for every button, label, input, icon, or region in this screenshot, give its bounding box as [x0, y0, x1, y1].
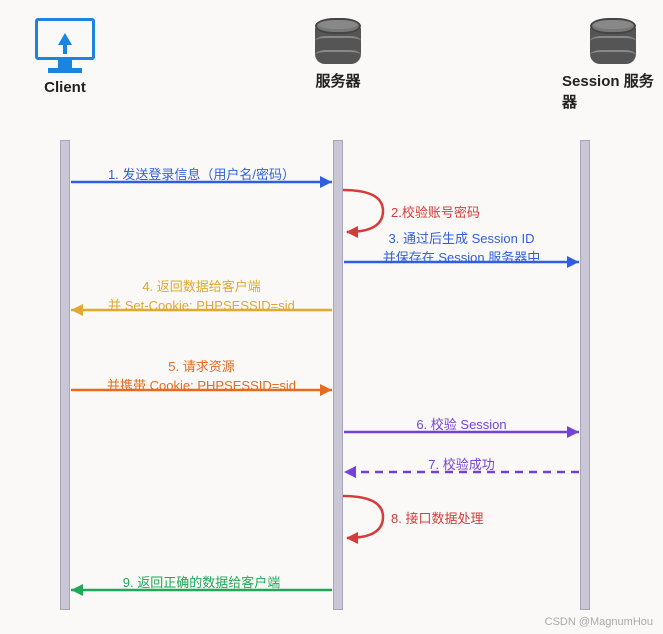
server-label: 服务器 — [315, 70, 360, 91]
lifeline-client — [60, 140, 70, 610]
upload-arrow-icon — [58, 33, 72, 45]
participant-server: 服务器 — [315, 18, 361, 91]
message-label: 3. 通过后生成 Session ID并保存在 Session 服务器中 — [352, 228, 572, 266]
message-label: 6. 校验 Session — [352, 414, 572, 433]
message-label: 4. 返回数据给客户端并 Set-Cookie: PHPSESSID=sid — [92, 276, 312, 314]
database-icon — [590, 18, 636, 64]
message-label: 9. 返回正确的数据给客户端 — [92, 572, 312, 591]
session-server-label: Session 服务器 — [562, 70, 663, 112]
monitor-icon — [35, 18, 95, 60]
client-label: Client — [44, 79, 86, 96]
message-label: 7. 校验成功 — [352, 454, 572, 473]
lifeline-session — [580, 140, 590, 610]
message-label: 8. 接口数据处理 — [391, 508, 483, 527]
lifeline-server — [333, 140, 343, 610]
participant-client: Client — [35, 18, 95, 96]
database-icon — [315, 18, 361, 64]
message-label: 2.校验账号密码 — [391, 202, 480, 221]
watermark-text: CSDN @MagnumHou — [545, 616, 653, 628]
message-label: 5. 请求资源并携带 Cookie: PHPSESSID=sid — [92, 356, 312, 394]
message-label: 1. 发送登录信息（用户名/密码） — [92, 164, 312, 183]
participant-session-server: Session 服务器 — [562, 18, 663, 112]
